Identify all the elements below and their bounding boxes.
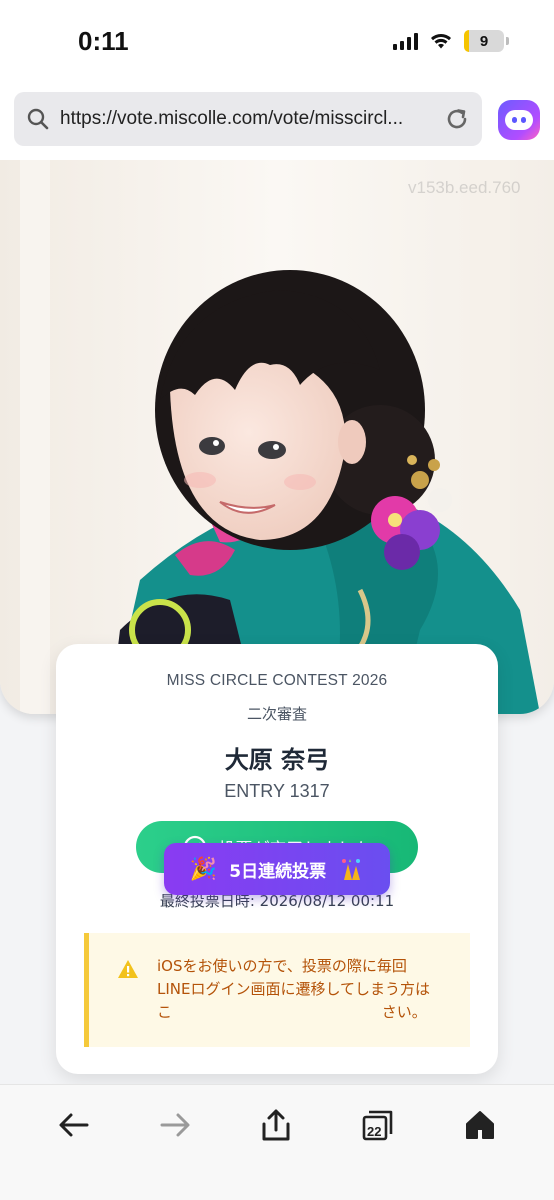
- status-icons: 9: [393, 30, 509, 52]
- watermark-top: v153b.eed.760: [408, 178, 521, 197]
- contestant-photo-image: [0, 160, 554, 714]
- stage-label: 二次審査: [246, 705, 307, 723]
- status-time: 0:11: [78, 26, 129, 56]
- url-text[interactable]: https://vote.miscolle.com/vote/misscircl…: [60, 108, 444, 130]
- signal-icon: [393, 32, 418, 50]
- forward-button[interactable]: [153, 1103, 197, 1147]
- share-button[interactable]: [254, 1103, 298, 1147]
- notice-line-2: LINEログイン画面に遷移してしまう方は: [157, 980, 431, 998]
- back-button[interactable]: [52, 1103, 96, 1147]
- assistant-icon[interactable]: [498, 100, 540, 140]
- browser-address-row: https://vote.miscolle.com/vote/misscircl…: [0, 80, 554, 160]
- contest-title: MISS CIRCLE CONTEST 2026: [166, 672, 388, 689]
- entry-number: ENTRY 1317: [224, 781, 330, 801]
- party-popper-icon: 🎉: [189, 856, 218, 882]
- ios-notice: iOSをお使いの方で、投票の際に毎回 LINEログイン画面に遷移してしまう方は …: [84, 933, 470, 1047]
- search-icon: [27, 108, 49, 130]
- home-icon: [466, 1111, 494, 1139]
- status-bar: 0:11 9: [0, 0, 554, 80]
- streak-vote-button[interactable]: 🎉 5日連続投票: [164, 843, 390, 895]
- reload-icon[interactable]: [444, 106, 470, 132]
- tabs-button[interactable]: 22: [356, 1103, 400, 1147]
- tabs-count: 22: [367, 1124, 382, 1139]
- back-icon: [59, 1113, 89, 1137]
- share-icon: [262, 1109, 290, 1141]
- page-content: v153b.eed.760 v153b.eed.760 MISS CIRCLE …: [0, 160, 554, 1084]
- home-button[interactable]: [458, 1103, 502, 1147]
- battery-icon: 9: [464, 30, 509, 52]
- confetti-icon: [342, 859, 361, 880]
- browser-toolbar: 22: [0, 1084, 554, 1200]
- notice-text: iOSをお使いの方で、投票の際に毎回 LINEログイン画面に遷移してしまう方は …: [157, 955, 467, 1024]
- battery-level: 9: [479, 32, 489, 50]
- wifi-icon: [431, 34, 451, 49]
- contestant-name: 大原 奈弓: [224, 746, 330, 774]
- streak-vote-label: 5日連続投票: [229, 861, 327, 882]
- warning-icon: [118, 960, 138, 978]
- contestant-photo: v153b.eed.760 v153b.eed.760: [0, 160, 554, 714]
- address-bar[interactable]: https://vote.miscolle.com/vote/misscircl…: [14, 92, 482, 146]
- assistant-face: [505, 110, 533, 130]
- forward-icon: [160, 1113, 190, 1137]
- notice-line-3: こ さい。: [157, 1003, 427, 1021]
- notice-line-1: iOSをお使いの方で、投票の際に毎回: [157, 957, 407, 975]
